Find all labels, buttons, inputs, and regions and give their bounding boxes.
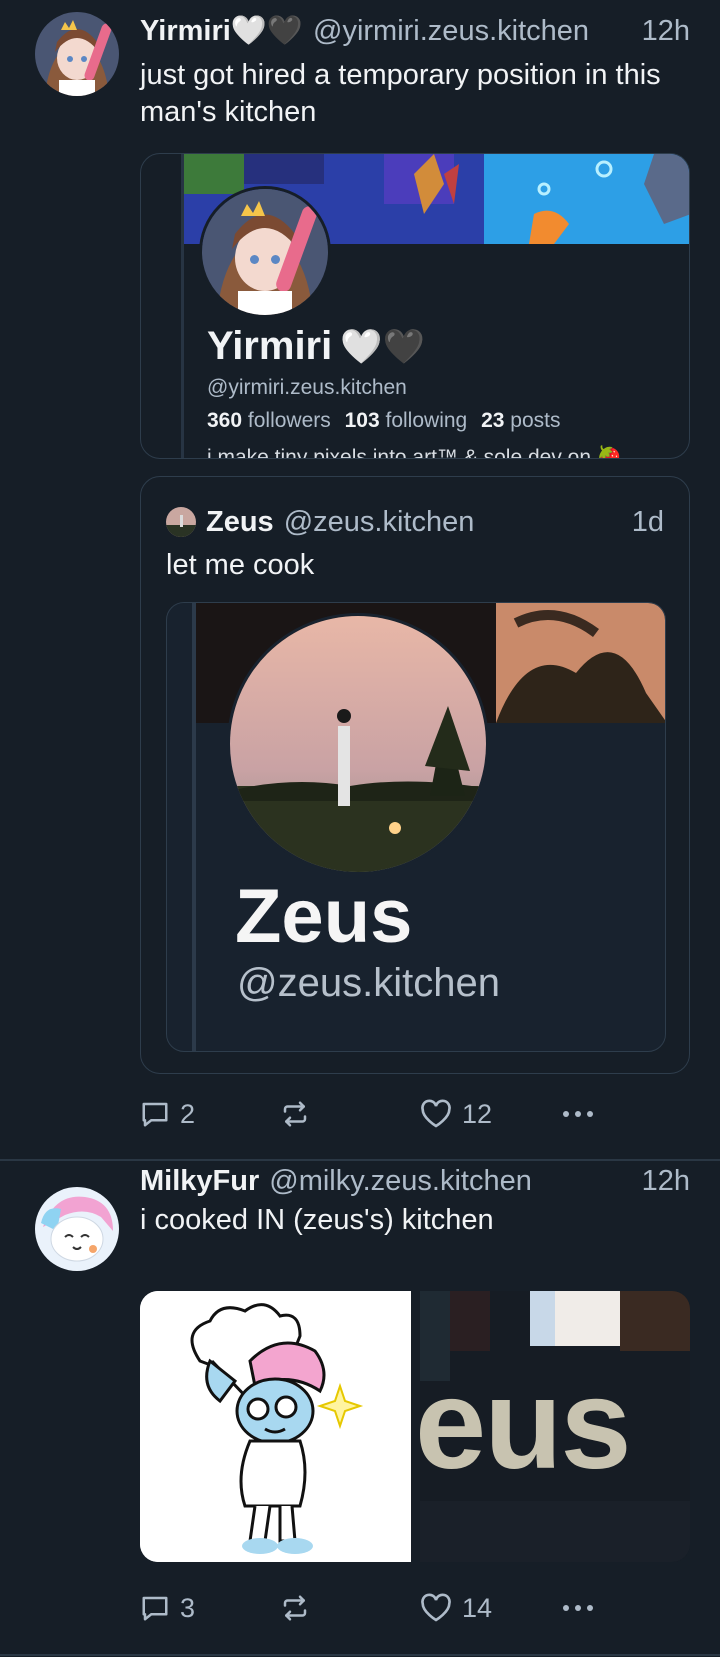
post-time[interactable]: 12h	[642, 1165, 690, 1198]
reply-icon	[142, 1596, 168, 1621]
post-header: MilkyFur @milky.zeus.kitchen 12h	[140, 1161, 690, 1201]
repost-icon	[283, 1595, 307, 1621]
reply-button[interactable]: 3	[140, 1593, 195, 1624]
quote-author-name[interactable]: Zeus	[206, 506, 274, 539]
like-button[interactable]: 12	[420, 1099, 492, 1130]
profile-card-stats: 360 followers 103 following 23 posts	[207, 409, 560, 433]
reply-button[interactable]: 2	[140, 1099, 195, 1130]
post-milkyfur[interactable]: MilkyFur @milky.zeus.kitchen 12h i cooke…	[0, 1160, 720, 1657]
profile-card-hearts: 🤍🖤	[340, 327, 425, 366]
avatar-milkyfur[interactable]	[35, 1187, 119, 1271]
banner-left-strip	[181, 154, 184, 458]
post-actions: 2 12	[140, 1094, 620, 1134]
author-name[interactable]: MilkyFur	[140, 1165, 259, 1198]
like-button[interactable]: 14	[420, 1593, 492, 1624]
quote-image-handle: @zeus.kitchen	[237, 961, 500, 1005]
like-count: 12	[462, 1098, 493, 1129]
quote-image-avatar	[227, 613, 489, 875]
reply-icon	[142, 1102, 168, 1127]
author-name[interactable]: Yirmiri🤍🖤	[140, 14, 303, 48]
following-count: 103	[344, 409, 380, 432]
post-text: i cooked IN (zeus's) kitchen	[140, 1204, 494, 1236]
quoted-post[interactable]: Zeus @zeus.kitchen 1d let me cook Zeus @…	[140, 476, 690, 1074]
post-image-chef-drawing[interactable]	[140, 1291, 411, 1562]
quote-image[interactable]: Zeus @zeus.kitchen	[166, 602, 666, 1052]
author-handle[interactable]: @milky.zeus.kitchen	[269, 1165, 532, 1198]
like-count: 14	[462, 1592, 493, 1623]
quote-author-handle[interactable]: @zeus.kitchen	[284, 506, 475, 539]
repost-icon	[283, 1101, 307, 1127]
profile-card-avatar	[199, 186, 331, 318]
more-options-button[interactable]	[560, 1099, 596, 1129]
more-dots-icon	[563, 1605, 593, 1611]
quote-time[interactable]: 1d	[632, 506, 664, 539]
profile-image-card[interactable]: Yirmiri 🤍🖤 @yirmiri.zeus.kitchen 360 fol…	[140, 153, 690, 459]
post-text: just got hired a temporary position in t…	[140, 59, 661, 128]
posts-count: 23	[481, 409, 505, 432]
quote-header: Zeus @zeus.kitchen 1d	[206, 502, 664, 542]
post-image-zeus-zoom[interactable]: eus	[420, 1291, 690, 1562]
profile-card-name: Yirmiri	[207, 324, 333, 368]
followers-label: followers	[247, 409, 331, 432]
heart-icon	[421, 1099, 451, 1128]
reply-count: 3	[180, 1592, 196, 1623]
reply-count: 2	[180, 1098, 196, 1129]
profile-card-handle: @yirmiri.zeus.kitchen	[207, 376, 407, 399]
quote-text: let me cook	[166, 549, 315, 581]
profile-card-name-row: Yirmiri 🤍🖤	[207, 324, 425, 369]
heart-icon	[421, 1593, 451, 1622]
following-label: following	[385, 409, 468, 432]
author-handle[interactable]: @yirmiri.zeus.kitchen	[313, 15, 589, 48]
zoom-text: eus	[420, 1353, 632, 1496]
avatar-yirmiri[interactable]	[35, 12, 119, 96]
quote-avatar[interactable]	[166, 507, 196, 537]
posts-label: posts	[510, 409, 561, 432]
more-options-button[interactable]	[560, 1593, 596, 1623]
post-time[interactable]: 12h	[642, 15, 690, 48]
followers-count: 360	[207, 409, 243, 432]
repost-button[interactable]	[280, 1099, 320, 1129]
more-dots-icon	[563, 1111, 593, 1117]
post-yirmiri[interactable]: Yirmiri🤍🖤 @yirmiri.zeus.kitchen 12h just…	[0, 0, 720, 1160]
profile-card-bio-cutoff: i make tiny pixels into art™ & sole dev …	[207, 446, 623, 459]
quote-image-name: Zeus	[235, 874, 413, 959]
post-actions: 3 14	[140, 1588, 620, 1628]
post-header: Yirmiri🤍🖤 @yirmiri.zeus.kitchen 12h	[140, 11, 690, 51]
post-divider	[0, 1654, 720, 1656]
repost-button[interactable]	[280, 1593, 320, 1623]
